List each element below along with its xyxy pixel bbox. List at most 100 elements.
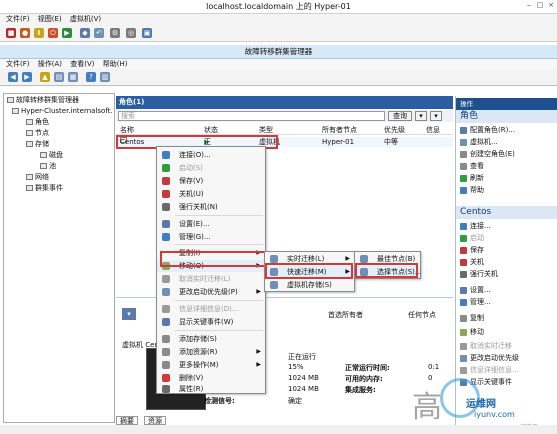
expand-icon[interactable]: ▾ — [430, 111, 442, 121]
maximize-icon[interactable]: □ — [535, 1, 545, 10]
minimize-icon[interactable]: ‒ — [524, 1, 534, 10]
tree-item-nodes[interactable]: 节点 — [26, 129, 49, 138]
fullscreen-icon[interactable]: ▣ — [142, 28, 152, 38]
query-button[interactable]: 查询 — [388, 111, 412, 121]
row-owner: Hyper-01 — [322, 138, 355, 146]
collapse-icon[interactable]: ▾ — [122, 308, 136, 320]
actions-section-roles[interactable]: 角色 — [456, 110, 557, 123]
vm-menu-view[interactable]: 视图(E) — [38, 15, 62, 23]
col-name[interactable]: 名称 — [120, 126, 134, 135]
action-connect[interactable]: 连接... — [460, 222, 491, 231]
tree-item-disks[interactable]: 磁盘 — [40, 151, 63, 160]
console-icon[interactable]: ▥ — [100, 72, 110, 82]
col-owner[interactable]: 所有者节点 — [322, 126, 357, 135]
action-refresh[interactable]: 刷新 — [460, 174, 484, 183]
delete-icon — [162, 374, 170, 382]
fcm-menu-view[interactable]: 查看(V) — [70, 60, 94, 68]
action-help[interactable]: 帮助 — [460, 186, 484, 195]
events-icon — [26, 185, 33, 191]
search-input[interactable]: 搜索 — [118, 111, 385, 121]
settings-icon[interactable]: ⚙ — [110, 28, 120, 38]
uptime-label: 正常运行时间: — [345, 364, 390, 372]
menu-item-critical-events[interactable]: 显示关键事件(W) — [157, 316, 265, 328]
add-storage-icon — [162, 335, 170, 343]
tree-root[interactable]: 故障转移群集管理器 — [7, 96, 79, 105]
close-icon[interactable]: × — [546, 1, 556, 10]
menu-item-delete[interactable]: 删除(V) — [157, 372, 265, 384]
action-info-details[interactable]: 信息详细信息... — [460, 366, 519, 375]
stop-icon[interactable]: ● — [20, 28, 30, 38]
tab-summary[interactable]: 摘要 — [116, 416, 138, 425]
bottom-tabs: 摘要 资源 — [116, 416, 236, 425]
action-create-empty[interactable]: 创建空角色(E) — [460, 150, 515, 159]
menu-item-change-priority[interactable]: 更改启动优先级(P) ▶ — [157, 286, 265, 298]
tree-item-networks[interactable]: 网络 — [26, 173, 49, 182]
settings-icon — [460, 286, 467, 294]
menu-item-connect[interactable]: 连接(O)... — [157, 149, 265, 161]
col-priority[interactable]: 优先级 — [384, 126, 405, 135]
submenu-item-vm-storage[interactable]: 虚拟机存储(S) — [265, 279, 354, 291]
action-start[interactable]: 启动 — [460, 234, 484, 243]
folder-up-icon[interactable]: ▲ — [40, 72, 50, 82]
start-icon — [162, 164, 170, 172]
tree-item-roles[interactable]: 角色 — [26, 118, 49, 127]
menu-separator — [175, 330, 263, 331]
action-vm[interactable]: 虚拟机... — [460, 138, 498, 147]
start-icon[interactable]: ▶ — [62, 28, 72, 38]
disk-icon[interactable]: ◎ — [126, 28, 136, 38]
force-off-icon — [162, 203, 170, 211]
col-type[interactable]: 类型 — [259, 126, 273, 135]
action-settings[interactable]: 设置... — [460, 286, 491, 295]
menu-item-info-details[interactable]: 信息详细信息(D)... — [157, 303, 265, 315]
menu-item-manage[interactable]: 管理(G)... — [157, 231, 265, 243]
action-configure-role[interactable]: 配置角色(R)... — [460, 126, 515, 135]
actions-section-centos[interactable]: Centos — [456, 206, 557, 219]
tree-item-pools[interactable]: 池 — [40, 162, 56, 171]
action-save[interactable]: 保存 — [460, 246, 484, 255]
tab-resources[interactable]: 资源 — [144, 416, 166, 425]
action-replicate[interactable]: 复制 — [460, 314, 484, 323]
tree-item-storage[interactable]: 存储 — [26, 140, 49, 149]
submenu-arrow-icon: ▶ — [256, 361, 261, 368]
forward-icon[interactable]: ▶ — [22, 72, 32, 82]
fcm-menu-help[interactable]: 帮助(H) — [103, 60, 128, 68]
more-actions-icon — [162, 361, 170, 369]
menu-item-cancel-live-migration[interactable]: 取消实时迁移(L) — [157, 273, 265, 285]
highlight-quick-migration — [265, 263, 353, 279]
fcm-menu-file[interactable]: 文件(F) — [6, 60, 30, 68]
col-status[interactable]: 状态 — [204, 126, 218, 135]
shutdown-icon[interactable]: ⏻ — [48, 28, 58, 38]
fcm-menu-action[interactable]: 操作(A) — [38, 60, 62, 68]
vm-menu-vm[interactable]: 虚拟机(V) — [70, 15, 101, 23]
action-view[interactable]: 查看 — [460, 162, 484, 171]
menu-item-add-storage[interactable]: 添加存储(S) — [157, 333, 265, 345]
menu-item-more-actions[interactable]: 更多操作(M) ▶ — [157, 359, 265, 371]
action-cancel-live-migration[interactable]: 取消实时迁移 — [460, 342, 512, 351]
col-info[interactable]: 信息 — [426, 126, 440, 135]
action-manage[interactable]: 管理... — [460, 298, 491, 307]
menu-item-properties[interactable]: 属性(R) — [157, 385, 265, 393]
back-icon[interactable]: ◀ — [8, 72, 18, 82]
menu-item-settings[interactable]: 设置(E)... — [157, 218, 265, 230]
pool-icon — [40, 163, 47, 169]
revert-icon[interactable]: ↶ — [94, 28, 104, 38]
save-query-icon[interactable]: ▾ — [415, 111, 427, 121]
menu-item-add-resource[interactable]: 添加资源(R) ▶ — [157, 346, 265, 358]
tree-cluster[interactable]: Hyper-Cluster.internalsoft. — [12, 107, 113, 116]
action-shutdown[interactable]: 关机 — [460, 258, 484, 267]
properties-icon[interactable]: ▦ — [68, 72, 78, 82]
menu-item-force-off[interactable]: 强行关机(N) — [157, 201, 265, 213]
help-icon[interactable]: ? — [86, 72, 96, 82]
menu-item-start[interactable]: 启动(S) — [157, 162, 265, 174]
ctrl-alt-del-icon[interactable]: ■ — [6, 28, 16, 38]
menu-item-save[interactable]: 保存(V) — [157, 175, 265, 187]
show-tree-icon[interactable]: ▤ — [54, 72, 64, 82]
action-move[interactable]: 移动 — [460, 328, 484, 337]
menu-item-shutdown[interactable]: 关机(U) — [157, 188, 265, 200]
action-force-off[interactable]: 强行关机 — [460, 270, 498, 279]
tree-item-events[interactable]: 群集事件 — [26, 184, 63, 193]
vm-menu-file[interactable]: 文件(F) — [6, 15, 30, 23]
action-change-priority[interactable]: 更改启动优先级 — [460, 354, 519, 363]
snapshot-icon[interactable]: ◆ — [80, 28, 90, 38]
pause-icon[interactable]: Ⅱ — [34, 28, 44, 38]
